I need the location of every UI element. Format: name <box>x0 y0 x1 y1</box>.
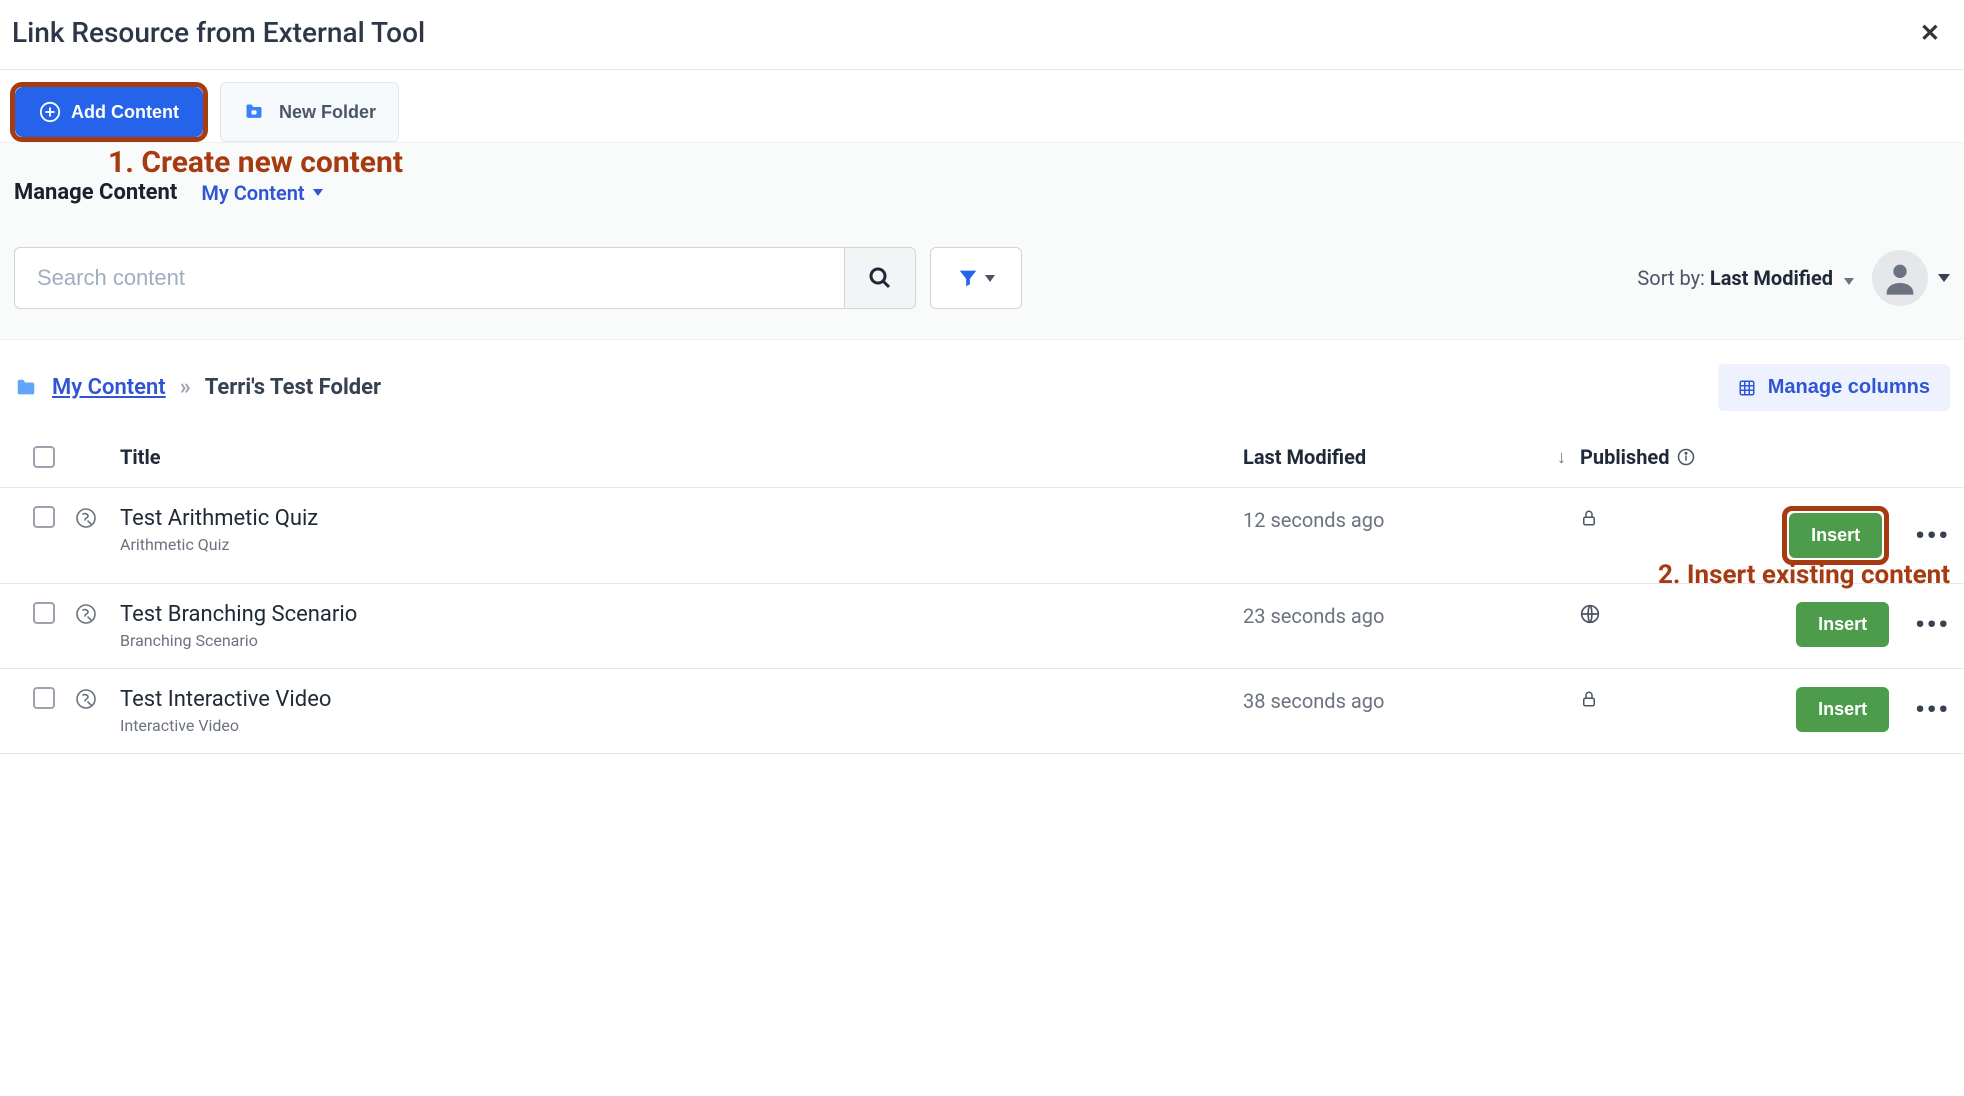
person-icon <box>1880 258 1920 298</box>
filter-button[interactable] <box>930 247 1022 309</box>
primary-toolbar: Add Content New Folder <box>0 70 1964 142</box>
plus-circle-icon <box>39 101 61 123</box>
published-label: Published <box>1580 445 1669 469</box>
new-folder-button[interactable]: New Folder <box>220 82 399 142</box>
content-type-icon <box>74 602 98 626</box>
manage-columns-button[interactable]: Manage columns <box>1718 364 1950 411</box>
breadcrumb: My Content » Terri's Test Folder <box>14 375 381 400</box>
manage-content-label: Manage Content <box>14 180 177 205</box>
table-row: Test Branching Scenario Branching Scenari… <box>0 584 1964 669</box>
breadcrumb-current: Terri's Test Folder <box>205 375 381 400</box>
row-subtitle: Interactive Video <box>120 716 1243 735</box>
insert-button[interactable]: Insert <box>1796 602 1889 647</box>
table-row: Test Interactive Video Interactive Video3… <box>0 669 1964 754</box>
folder-icon <box>14 377 38 399</box>
content-type-icon <box>74 506 98 530</box>
manage-columns-label: Manage columns <box>1768 376 1930 399</box>
breadcrumb-separator: » <box>180 375 191 400</box>
avatar <box>1872 250 1928 306</box>
row-title[interactable]: Test Branching Scenario <box>120 602 1243 627</box>
content-type-icon <box>74 687 98 711</box>
row-modified: 38 seconds ago <box>1243 687 1583 713</box>
manage-content-row: Manage Content My Content <box>14 180 1950 205</box>
filter-band: 1. Create new content Manage Content My … <box>0 142 1964 340</box>
annotation-highlight-insert: Insert <box>1782 506 1889 565</box>
content-table: Title Last Modified ↓ Published Test Ari… <box>0 431 1964 754</box>
select-all-checkbox[interactable] <box>33 446 55 468</box>
chevron-down-icon <box>1938 274 1950 282</box>
table-header: Title Last Modified ↓ Published <box>0 431 1964 488</box>
row-published-icon <box>1580 687 1750 709</box>
row-subtitle: Branching Scenario <box>120 631 1243 650</box>
chevron-down-icon <box>1844 278 1854 285</box>
content-scope-dropdown[interactable]: My Content <box>201 181 322 205</box>
row-title[interactable]: Test Arithmetic Quiz <box>120 506 1243 531</box>
row-title[interactable]: Test Interactive Video <box>120 687 1243 712</box>
insert-button[interactable]: Insert <box>1789 513 1882 558</box>
row-published-icon <box>1580 602 1750 624</box>
row-modified: 23 seconds ago <box>1243 602 1583 628</box>
chevron-down-icon <box>313 189 323 196</box>
search-icon <box>868 266 892 290</box>
sort-prefix: Sort by: <box>1637 266 1704 290</box>
page-title: Link Resource from External Tool <box>12 16 425 49</box>
search-button[interactable] <box>844 247 916 309</box>
grid-icon <box>1738 379 1756 397</box>
more-actions-icon[interactable]: ••• <box>1915 523 1950 549</box>
info-icon <box>1677 448 1695 466</box>
folder-icon <box>243 102 265 122</box>
column-header-title[interactable]: Title <box>114 445 1243 469</box>
annotation-highlight-add: Add Content <box>10 82 208 142</box>
new-folder-label: New Folder <box>279 102 376 123</box>
sort-group: Sort by: Last Modified <box>1637 250 1950 306</box>
add-content-label: Add Content <box>71 102 179 123</box>
sort-descending-icon: ↓ <box>1557 447 1566 468</box>
search-input[interactable] <box>14 247 844 309</box>
row-checkbox[interactable] <box>33 506 55 528</box>
modal-header: Link Resource from External Tool ✕ <box>0 0 1964 70</box>
chevron-down-icon <box>985 275 995 282</box>
search-wrap <box>14 247 916 309</box>
user-menu[interactable] <box>1872 250 1950 306</box>
close-icon[interactable]: ✕ <box>1908 19 1952 47</box>
funnel-icon <box>957 267 979 289</box>
breadcrumb-row: My Content » Terri's Test Folder Manage … <box>0 340 1964 431</box>
row-subtitle: Arithmetic Quiz <box>120 535 1243 554</box>
column-header-modified[interactable]: Last Modified <box>1243 445 1583 469</box>
more-actions-icon[interactable]: ••• <box>1915 697 1950 723</box>
breadcrumb-root-link[interactable]: My Content <box>52 375 166 400</box>
insert-button[interactable]: Insert <box>1796 687 1889 732</box>
more-actions-icon[interactable]: ••• <box>1915 612 1950 638</box>
row-checkbox[interactable] <box>33 602 55 624</box>
search-row: Sort by: Last Modified <box>14 247 1950 309</box>
row-modified: 12 seconds ago <box>1243 506 1583 532</box>
sort-value: Last Modified <box>1710 266 1833 290</box>
column-header-published[interactable]: Published <box>1580 445 1750 469</box>
row-checkbox[interactable] <box>33 687 55 709</box>
annotation-create: 1. Create new content <box>108 145 1950 180</box>
sort-by[interactable]: Sort by: Last Modified <box>1637 266 1854 290</box>
row-published-icon <box>1580 506 1750 528</box>
add-content-button[interactable]: Add Content <box>15 87 203 137</box>
content-scope-label: My Content <box>201 181 304 205</box>
